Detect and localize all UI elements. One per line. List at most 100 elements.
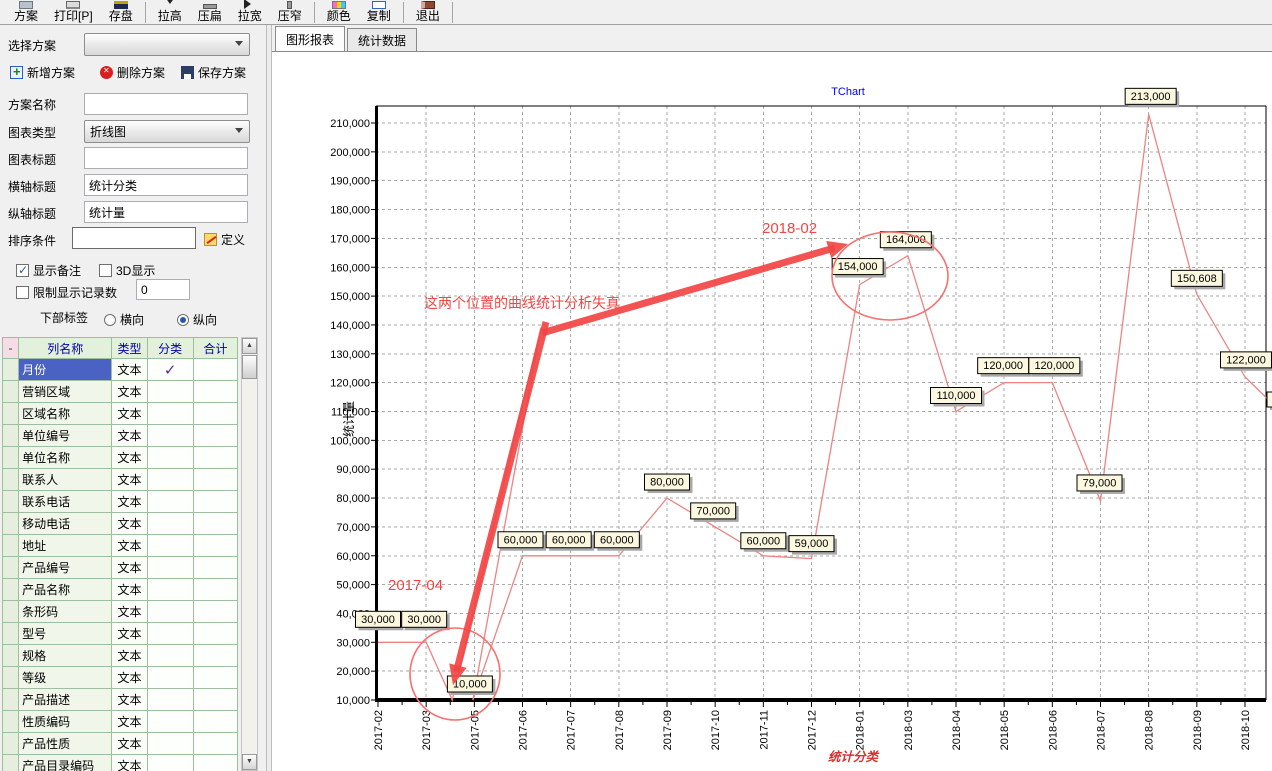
row-indicator-cell[interactable] — [3, 403, 19, 425]
field-type-cell[interactable]: 文本 — [112, 601, 147, 623]
table-row[interactable]: 产品目录编码文本 — [3, 755, 238, 771]
field-type-cell[interactable]: 文本 — [112, 469, 147, 491]
field-name-cell[interactable]: 单位编号 — [19, 425, 112, 447]
field-class-cell[interactable] — [147, 601, 193, 623]
field-table-scrollbar[interactable]: ▲ ▼ — [241, 337, 258, 771]
table-row[interactable]: 条形码文本 — [3, 601, 238, 623]
column-header[interactable]: 列名称 — [19, 338, 112, 359]
field-name-cell[interactable]: 联系人 — [19, 469, 112, 491]
toolbar-button-tall[interactable]: 拉高 — [150, 0, 190, 24]
field-type-cell[interactable]: 文本 — [112, 381, 147, 403]
field-class-cell[interactable] — [147, 667, 193, 689]
field-name-cell[interactable]: 地址 — [19, 535, 112, 557]
toolbar-button-wide[interactable]: 拉宽 — [230, 0, 270, 24]
field-name-cell[interactable]: 条形码 — [19, 601, 112, 623]
field-class-cell[interactable] — [147, 557, 193, 579]
limit-records-checkbox-row[interactable]: 限制显示记录数 — [16, 284, 117, 301]
field-class-cell[interactable] — [147, 579, 193, 601]
field-class-cell[interactable] — [147, 689, 193, 711]
field-total-cell[interactable] — [193, 425, 237, 447]
scroll-up-button[interactable]: ▲ — [242, 338, 257, 354]
field-total-cell[interactable] — [193, 601, 237, 623]
vertical-radio-row[interactable]: 纵向 — [177, 311, 217, 328]
field-type-cell[interactable]: 文本 — [112, 447, 147, 469]
delete-scheme-button[interactable]: 删除方案 — [100, 64, 165, 81]
field-class-cell[interactable] — [147, 645, 193, 667]
row-indicator-cell[interactable] — [3, 623, 19, 645]
field-name-cell[interactable]: 单位名称 — [19, 447, 112, 469]
table-row[interactable]: 区域名称文本 — [3, 403, 238, 425]
row-indicator-cell[interactable] — [3, 425, 19, 447]
row-indicator-cell[interactable] — [3, 381, 19, 403]
field-class-cell[interactable] — [147, 447, 193, 469]
toolbar-button-print[interactable]: 打印[P] — [46, 0, 101, 24]
field-total-cell[interactable] — [193, 623, 237, 645]
save-scheme-button[interactable]: 保存方案 — [181, 64, 246, 81]
field-type-cell[interactable]: 文本 — [112, 535, 147, 557]
field-name-cell[interactable]: 区域名称 — [19, 403, 112, 425]
field-class-cell[interactable] — [147, 381, 193, 403]
row-indicator-cell[interactable] — [3, 535, 19, 557]
field-name-cell[interactable]: 性质编码 — [19, 711, 112, 733]
table-row[interactable]: 单位名称文本 — [3, 447, 238, 469]
column-header[interactable]: 分类 — [147, 338, 193, 359]
field-type-cell[interactable]: 文本 — [112, 711, 147, 733]
field-class-cell[interactable] — [147, 755, 193, 771]
row-indicator-cell[interactable] — [3, 601, 19, 623]
limit-records-checkbox[interactable] — [16, 286, 29, 299]
table-row[interactable]: 单位编号文本 — [3, 425, 238, 447]
add-scheme-button[interactable]: 新增方案 — [10, 64, 75, 81]
scroll-down-button[interactable]: ▼ — [242, 754, 257, 770]
field-total-cell[interactable] — [193, 447, 237, 469]
field-class-cell[interactable] — [147, 711, 193, 733]
table-row[interactable]: 等级文本 — [3, 667, 238, 689]
row-indicator-cell[interactable] — [3, 645, 19, 667]
field-type-cell[interactable]: 文本 — [112, 623, 147, 645]
chart-type-combobox[interactable]: 折线图 — [84, 120, 250, 143]
field-type-cell[interactable]: 文本 — [112, 491, 147, 513]
show-notes-checkbox-row[interactable]: 显示备注 — [16, 262, 81, 279]
table-row[interactable]: 月份文本✓ — [3, 359, 238, 381]
field-total-cell[interactable] — [193, 469, 237, 491]
field-total-cell[interactable] — [193, 381, 237, 403]
field-type-cell[interactable]: 文本 — [112, 425, 147, 447]
toolbar-button-narrow[interactable]: 压窄 — [270, 0, 310, 24]
field-name-cell[interactable]: 等级 — [19, 667, 112, 689]
field-total-cell[interactable] — [193, 645, 237, 667]
chart-title-input[interactable] — [84, 147, 248, 169]
toolbar-button-exit[interactable]: 退出 — [408, 0, 448, 24]
field-type-cell[interactable]: 文本 — [112, 733, 147, 755]
toolbar-button-scheme[interactable]: 方案 — [6, 0, 46, 24]
row-indicator-cell[interactable] — [3, 557, 19, 579]
table-row[interactable]: 移动电话文本 — [3, 513, 238, 535]
field-class-cell[interactable] — [147, 623, 193, 645]
row-indicator-cell[interactable] — [3, 689, 19, 711]
field-total-cell[interactable] — [193, 755, 237, 771]
field-name-cell[interactable]: 产品编号 — [19, 557, 112, 579]
field-type-cell[interactable]: 文本 — [112, 667, 147, 689]
yaxis-title-input[interactable] — [84, 201, 248, 223]
table-row[interactable]: 营销区域文本 — [3, 381, 238, 403]
field-name-cell[interactable]: 移动电话 — [19, 513, 112, 535]
field-name-cell[interactable]: 型号 — [19, 623, 112, 645]
horizontal-radio[interactable] — [104, 314, 116, 326]
field-total-cell[interactable] — [193, 557, 237, 579]
field-total-cell[interactable] — [193, 667, 237, 689]
scrollbar-thumb[interactable] — [242, 355, 257, 379]
table-row[interactable]: 产品名称文本 — [3, 579, 238, 601]
field-type-cell[interactable]: 文本 — [112, 645, 147, 667]
field-class-cell[interactable] — [147, 733, 193, 755]
row-indicator-cell[interactable] — [3, 755, 19, 771]
define-button[interactable]: 定义 — [204, 231, 245, 248]
toolbar-button-copy[interactable]: 复制 — [359, 0, 399, 24]
table-row[interactable]: 规格文本 — [3, 645, 238, 667]
field-class-cell[interactable] — [147, 469, 193, 491]
select-scheme-combobox[interactable] — [84, 33, 250, 56]
column-header[interactable]: - — [3, 338, 19, 359]
field-total-cell[interactable] — [193, 403, 237, 425]
field-type-cell[interactable]: 文本 — [112, 513, 147, 535]
field-class-cell[interactable] — [147, 491, 193, 513]
toolbar-button-color[interactable]: 颜色 — [319, 0, 359, 24]
field-name-cell[interactable]: 产品目录编码 — [19, 755, 112, 771]
table-row[interactable]: 产品编号文本 — [3, 557, 238, 579]
